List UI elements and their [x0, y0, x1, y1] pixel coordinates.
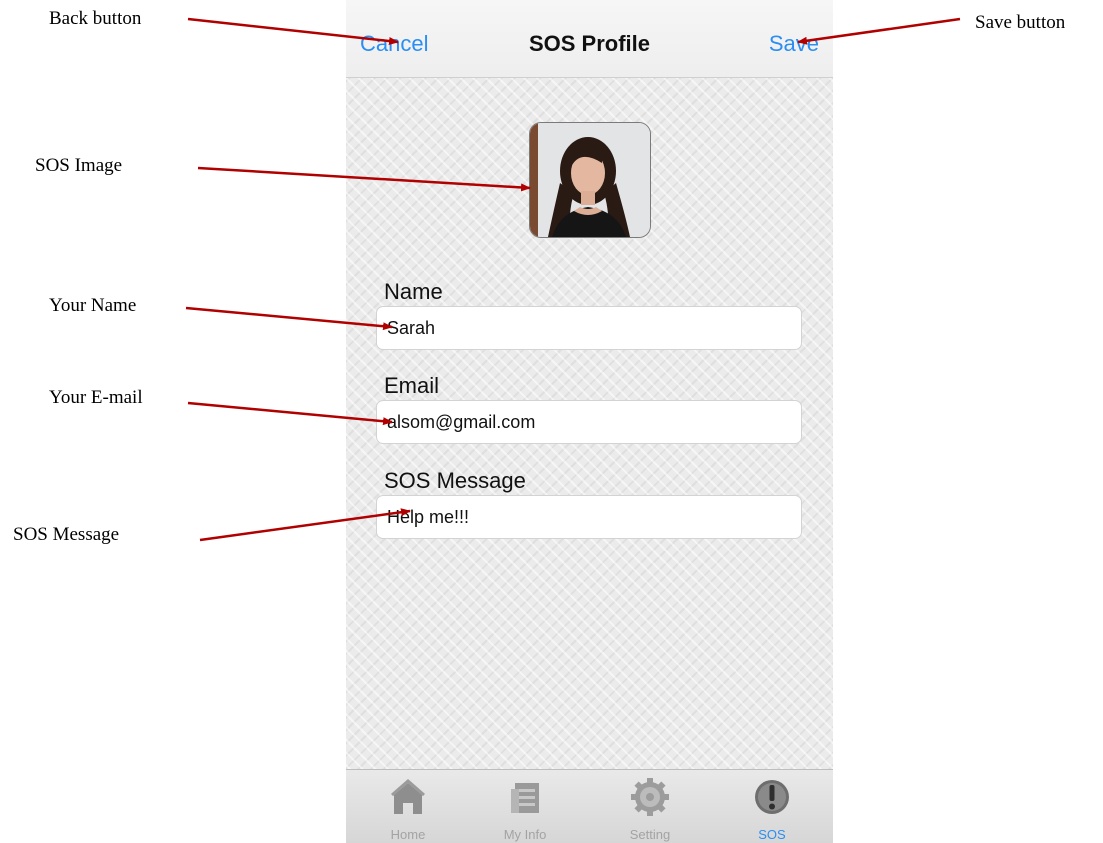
- tab-bar: Home My Info Setting SOS: [346, 769, 833, 843]
- sos-message-field-container: [376, 495, 802, 539]
- home-icon: [391, 779, 425, 814]
- annotation-your-email: Your E-mail: [49, 387, 143, 408]
- gear-icon: [631, 778, 669, 816]
- tab-label: SOS: [758, 827, 786, 842]
- profile-photo: [530, 123, 650, 237]
- tab-label: Home: [390, 827, 426, 842]
- annotation-your-name: Your Name: [49, 295, 137, 316]
- document-icon: [511, 783, 539, 813]
- tab-label: Setting: [629, 827, 671, 842]
- sos-profile-image[interactable]: [529, 122, 651, 238]
- annotation-save-button: Save button: [975, 12, 1066, 33]
- tab-home[interactable]: Home: [358, 770, 458, 843]
- exclamation-icon: [755, 780, 789, 814]
- email-field-container: [376, 400, 802, 444]
- tab-my-info[interactable]: My Info: [475, 770, 575, 843]
- navigation-bar: Cancel SOS Profile Save: [346, 0, 833, 78]
- name-field-container: [376, 306, 802, 350]
- tab-setting[interactable]: Setting: [600, 770, 700, 843]
- phone-screen: Cancel SOS Profile Save Name Email SOS M…: [346, 0, 833, 843]
- sos-message-input[interactable]: [377, 496, 801, 538]
- tab-sos[interactable]: SOS: [722, 770, 822, 843]
- email-label: Email: [384, 373, 440, 398]
- annotation-sos-message: SOS Message: [13, 524, 120, 545]
- name-input[interactable]: [377, 307, 801, 349]
- annotation-sos-image: SOS Image: [35, 155, 123, 176]
- save-button[interactable]: Save: [769, 31, 819, 57]
- annotation-back-button: Back button: [49, 8, 142, 29]
- page-title: SOS Profile: [528, 31, 651, 56]
- tab-label: My Info: [503, 827, 547, 842]
- email-input[interactable]: [377, 401, 801, 443]
- name-label: Name: [384, 279, 443, 304]
- sos-message-label: SOS Message: [384, 468, 526, 493]
